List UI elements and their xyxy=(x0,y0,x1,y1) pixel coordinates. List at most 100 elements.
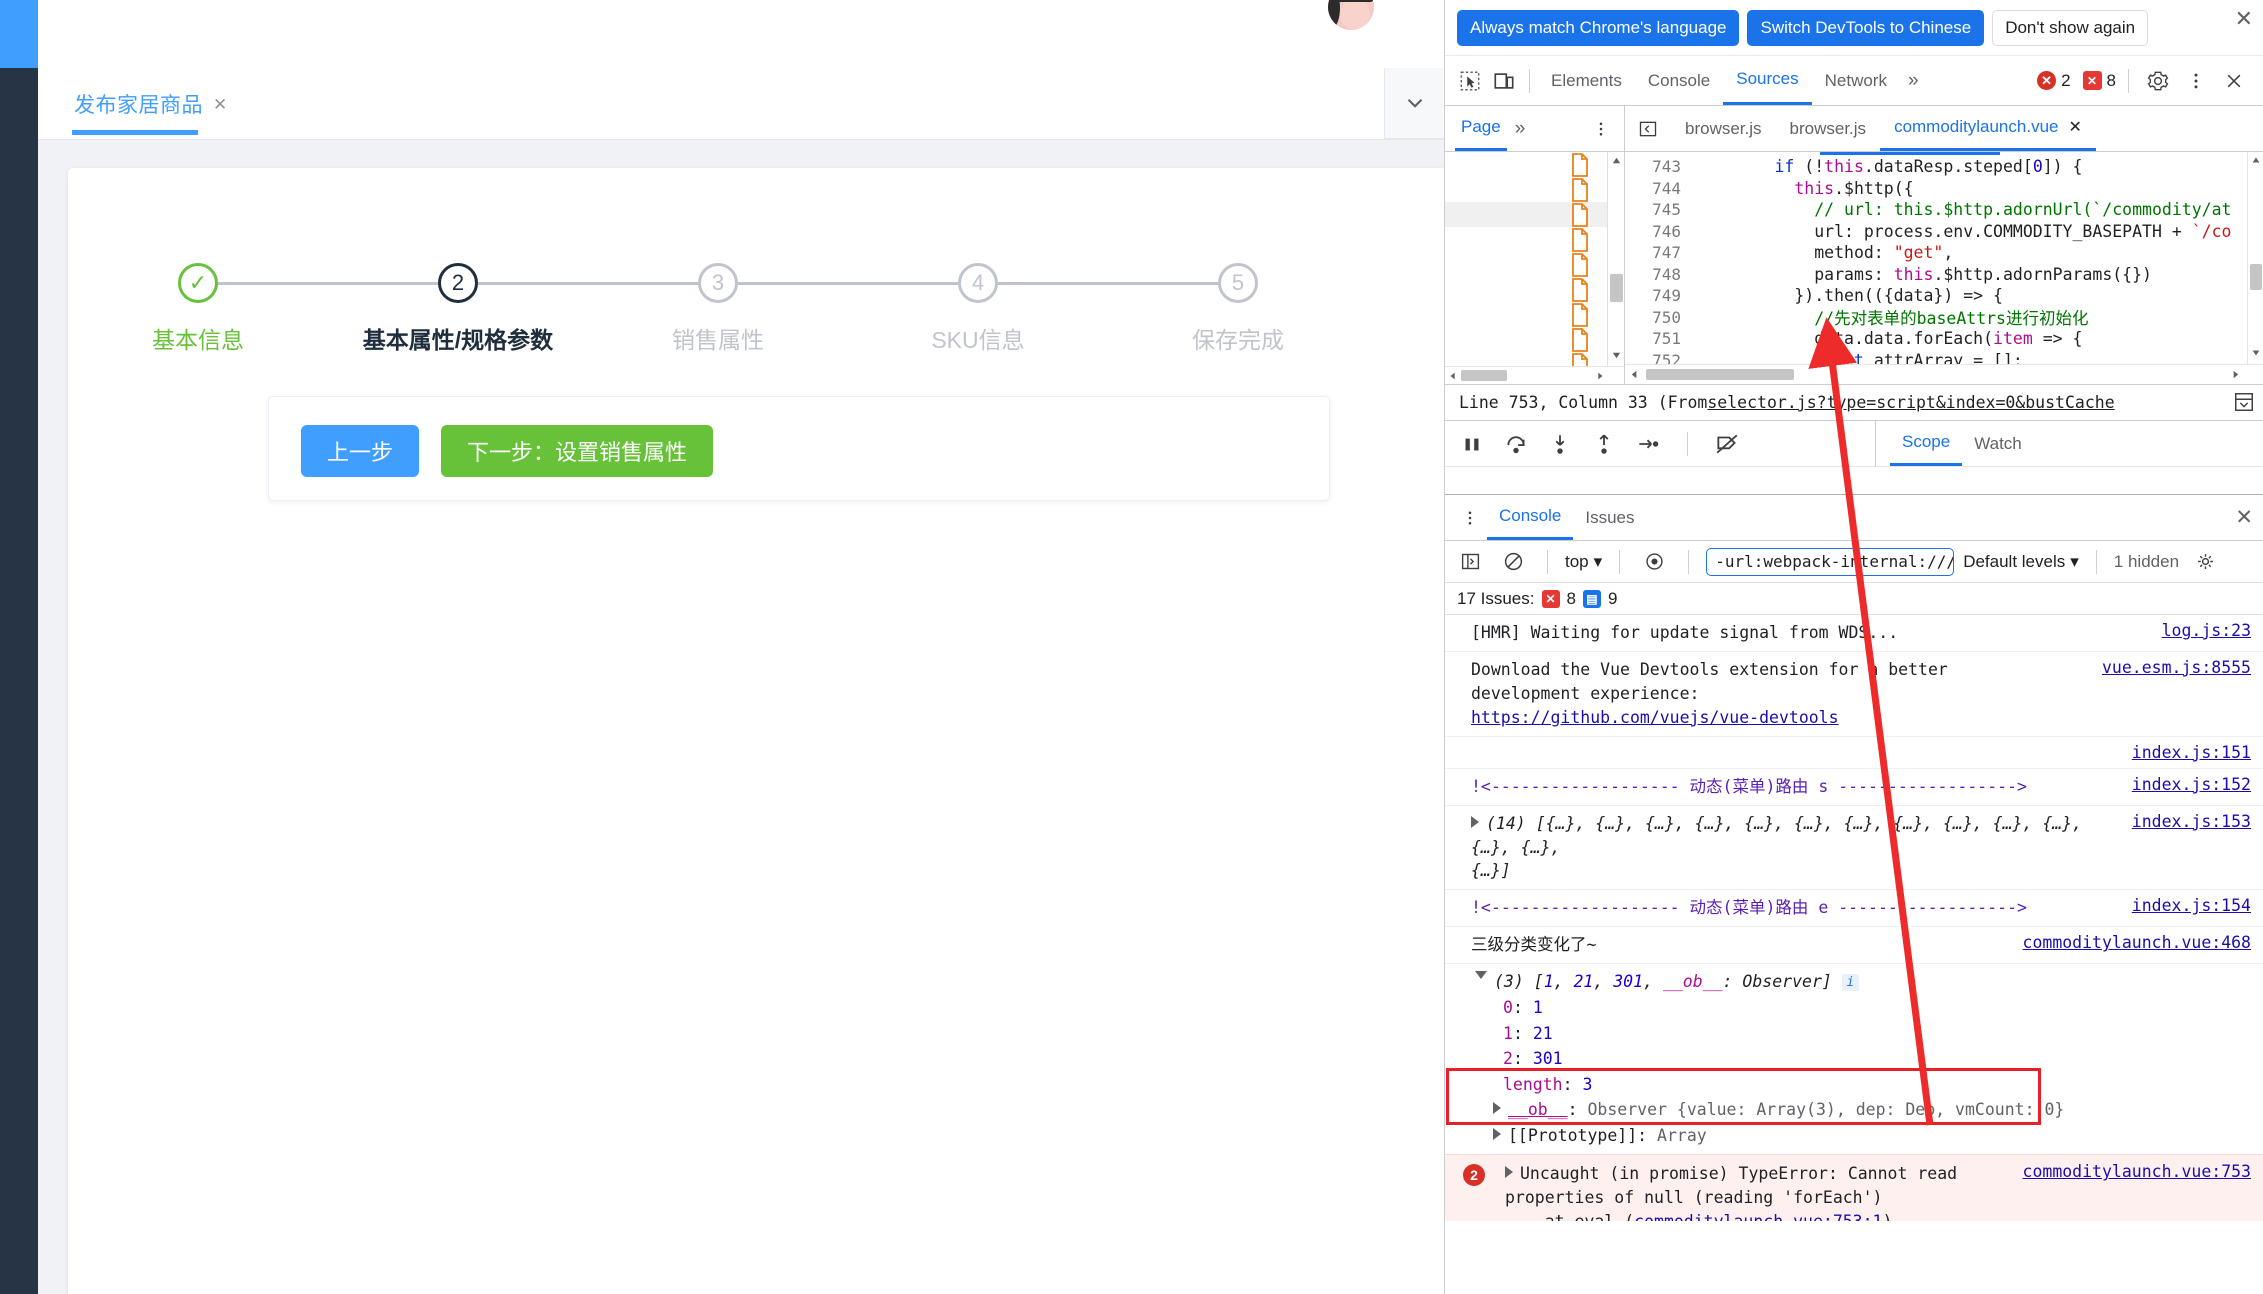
code-line[interactable]: 750 //先对表单的baseAttrs进行初始化 xyxy=(1625,307,2263,329)
scroll-up-icon[interactable] xyxy=(2248,152,2263,168)
step-icon[interactable] xyxy=(1635,431,1661,457)
more-tabs-icon[interactable]: » xyxy=(1900,70,1927,92)
line-number[interactable]: 745 xyxy=(1625,200,1695,219)
close-icon[interactable]: ✕ xyxy=(2235,505,2253,530)
avatar[interactable] xyxy=(1328,0,1374,30)
console-log-entry[interactable]: index.js:151 xyxy=(1445,737,2263,769)
file-tree-item[interactable] xyxy=(1445,252,1624,277)
line-number[interactable]: 747 xyxy=(1625,243,1695,262)
file-tab-browser-js-2[interactable]: browser.js xyxy=(1776,106,1881,151)
tab-elements[interactable]: Elements xyxy=(1538,56,1635,105)
navigator-horizontal-scrollbar[interactable] xyxy=(1445,366,1624,385)
file-tab-browser-js-1[interactable]: browser.js xyxy=(1671,106,1776,151)
editor-horizontal-scrollbar[interactable] xyxy=(1625,364,2263,384)
line-number[interactable]: 750 xyxy=(1625,308,1695,327)
object-observer-row[interactable]: __ob__: Observer {value: Array(3), dep: … xyxy=(1475,1097,2251,1123)
log-source-link[interactable]: index.js:154 xyxy=(2132,896,2251,915)
file-tree-item[interactable] xyxy=(1445,327,1624,352)
devtools-menu-icon[interactable] xyxy=(2179,64,2213,98)
sources-nav-tab-page[interactable]: Page xyxy=(1455,106,1507,151)
scroll-right-icon[interactable] xyxy=(2230,365,2241,384)
close-icon[interactable]: ✕ xyxy=(2068,117,2081,137)
file-tab-commoditylaunch-vue[interactable]: commoditylaunch.vue ✕ xyxy=(1880,106,2096,151)
scroll-up-icon[interactable] xyxy=(1608,152,1624,169)
step-2[interactable]: 2 基本属性/规格参数 xyxy=(328,263,588,355)
issues-summary-bar[interactable]: 17 Issues: ✕ 8 ▤ 9 xyxy=(1445,583,2263,615)
step-3[interactable]: 3 销售属性 xyxy=(588,263,848,355)
tab-scope[interactable]: Scope xyxy=(1890,421,1963,466)
tab-watch[interactable]: Watch xyxy=(1962,421,2034,466)
code-line[interactable]: 744 this.$http({ xyxy=(1625,178,2263,200)
line-number[interactable]: 743 xyxy=(1625,157,1695,176)
file-tree-item-selected[interactable] xyxy=(1445,202,1624,227)
pretty-print-icon[interactable] xyxy=(2231,389,2257,415)
console-log-list[interactable]: [HMR] Waiting for update signal from WDS… xyxy=(1445,615,2263,1221)
tabbar-dropdown-button[interactable] xyxy=(1384,68,1444,139)
step-out-icon[interactable] xyxy=(1591,431,1617,457)
line-content[interactable]: params: this.$http.adornParams({}) xyxy=(1695,265,2263,284)
line-content[interactable]: data.data.forEach(item => { xyxy=(1695,329,2263,348)
dont-show-again-button[interactable]: Don't show again xyxy=(1992,9,2149,46)
scroll-left-icon[interactable] xyxy=(1448,366,1458,385)
stack-frame-link[interactable]: commoditylaunch.vue:753:1 xyxy=(1634,1212,1882,1221)
code-line[interactable]: 748 params: this.$http.adornParams({}) xyxy=(1625,264,2263,286)
code-line[interactable]: 745 // url: this.$http.adornUrl(`/commod… xyxy=(1625,199,2263,221)
code-line[interactable]: 746 url: process.env.COMMODITY_BASEPATH … xyxy=(1625,221,2263,243)
close-icon[interactable]: ✕ xyxy=(213,96,227,113)
scroll-right-icon[interactable] xyxy=(1595,366,1605,385)
code-line[interactable]: 743 if (!this.dataResp.steped[0]) { xyxy=(1625,156,2263,178)
file-tree-item[interactable] xyxy=(1445,227,1624,252)
step-5[interactable]: 5 保存完成 xyxy=(1108,263,1368,355)
console-object-entry[interactable]: (3) [1, 21, 301, __ob__: Observer] i 0: 1… xyxy=(1445,964,2263,1154)
step-1[interactable]: ✓ 基本信息 xyxy=(68,263,328,355)
clear-console-icon[interactable] xyxy=(1496,545,1530,579)
step-over-icon[interactable] xyxy=(1503,431,1529,457)
settings-gear-icon[interactable] xyxy=(2141,64,2175,98)
close-icon[interactable]: ✕ xyxy=(2235,6,2253,32)
code-line[interactable]: 747 method: "get", xyxy=(1625,242,2263,264)
scroll-left-icon[interactable] xyxy=(1629,365,1640,384)
step-into-icon[interactable] xyxy=(1547,431,1573,457)
console-sidebar-icon[interactable] xyxy=(1453,545,1487,579)
console-log-entry[interactable]: !<------------------- 动态(菜单)路由 s -------… xyxy=(1445,769,2263,806)
line-content[interactable]: //先对表单的baseAttrs进行初始化 xyxy=(1695,305,2263,329)
deactivate-breakpoints-icon[interactable] xyxy=(1714,431,1740,457)
line-number[interactable]: 749 xyxy=(1625,286,1695,305)
console-log-entry[interactable]: !<------------------- 动态(菜单)路由 e -------… xyxy=(1445,890,2263,928)
file-tree-item[interactable] xyxy=(1445,177,1624,202)
pause-script-icon[interactable] xyxy=(1459,431,1485,457)
inspect-element-icon[interactable] xyxy=(1453,64,1487,98)
line-number[interactable]: 746 xyxy=(1625,222,1695,241)
line-content[interactable]: if (!this.dataResp.steped[0]) { xyxy=(1695,157,2263,176)
navigator-vertical-scrollbar[interactable] xyxy=(1607,152,1624,384)
live-expression-icon[interactable] xyxy=(1637,545,1671,579)
console-log-entry[interactable]: (14) [{…}, {…}, {…}, {…}, {…}, {…}, {…},… xyxy=(1445,806,2263,891)
prev-step-button[interactable]: 上一步 xyxy=(301,425,420,477)
line-content[interactable]: this.$http({ xyxy=(1695,179,2263,198)
file-tree-item[interactable] xyxy=(1445,152,1624,177)
console-settings-gear-icon[interactable] xyxy=(2188,545,2222,579)
console-filter-input[interactable]: -url:webpack-internal:///./node ✕ xyxy=(1706,547,1955,576)
tab-console[interactable]: Console xyxy=(1635,56,1723,105)
object-prototype-row[interactable]: [[Prototype]]: Array xyxy=(1475,1123,2251,1149)
log-source-link[interactable]: commoditylaunch.vue:468 xyxy=(2023,933,2251,952)
line-content[interactable]: // url: this.$http.adornUrl(`/commodity/… xyxy=(1695,200,2263,219)
tab-publish-home-product[interactable]: 发布家居商品 ✕ xyxy=(74,78,227,130)
line-content[interactable]: method: "get", xyxy=(1695,243,2263,262)
line-content[interactable]: }).then(({data}) => { xyxy=(1695,286,2263,305)
drawer-tab-console[interactable]: Console xyxy=(1487,495,1574,540)
step-4[interactable]: 4 SKU信息 xyxy=(848,263,1108,355)
sources-nav-menu-icon[interactable] xyxy=(1584,112,1618,146)
close-devtools-icon[interactable] xyxy=(2217,64,2251,98)
warning-count-badge[interactable]: ✕ 8 xyxy=(2082,71,2116,91)
log-source-link[interactable]: vue.esm.js:8555 xyxy=(2102,658,2251,677)
next-step-button[interactable]: 下一步：设置销售属性 xyxy=(441,425,714,477)
expand-triangle-icon[interactable] xyxy=(1505,1166,1513,1179)
line-content[interactable]: url: process.env.COMMODITY_BASEPATH + `/… xyxy=(1695,222,2263,241)
code-line[interactable]: 751 data.data.forEach(item => { xyxy=(1625,328,2263,350)
file-tree-item[interactable] xyxy=(1445,302,1624,327)
switch-devtools-language-button[interactable]: Switch DevTools to Chinese xyxy=(1747,9,1985,46)
log-source-link[interactable]: index.js:153 xyxy=(2132,812,2251,831)
code-editor[interactable]: 743 if (!this.dataResp.steped[0]) {744 t… xyxy=(1625,152,2263,384)
log-source-link[interactable]: index.js:151 xyxy=(2132,743,2251,762)
